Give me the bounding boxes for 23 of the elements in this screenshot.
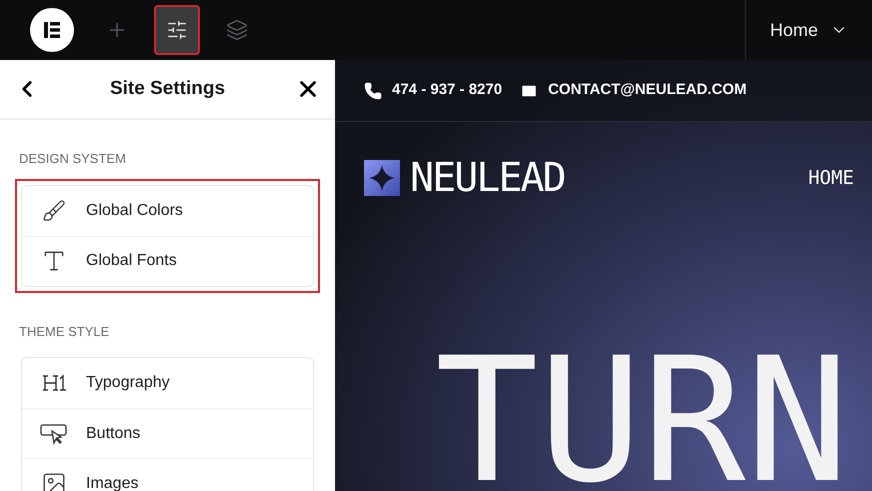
settings-item[interactable]: Buttons [22,408,313,458]
layers-icon [226,19,248,41]
settings-icon [166,19,188,41]
brand-name: NEULEAD [410,158,565,198]
nav-link[interactable]: HOME [808,164,854,192]
settings-item[interactable]: Typography [22,358,313,408]
phone-number: 474 - 937 - 8270 [392,80,502,100]
image-icon [41,470,67,491]
brush-icon [42,198,66,222]
hero-title: TURN [435,348,850,491]
button-cursor-icon [40,422,68,444]
brand-logo-icon [364,160,400,196]
settings-item[interactable]: Global Fonts [22,236,313,286]
email-address: CONTACT@NEULEAD.COM [548,80,747,100]
phone-icon [364,82,382,100]
heading-icon [41,373,67,393]
elementor-logo-icon[interactable] [30,8,74,52]
toolbar-button[interactable] [154,5,200,55]
section-heading: DESIGN SYSTEM [19,150,127,168]
panel-title: Site Settings [108,76,226,101]
section-heading: THEME STYLE [19,322,110,340]
settings-item[interactable]: Images [22,458,313,491]
settings-item[interactable]: Global Colors [22,186,313,236]
